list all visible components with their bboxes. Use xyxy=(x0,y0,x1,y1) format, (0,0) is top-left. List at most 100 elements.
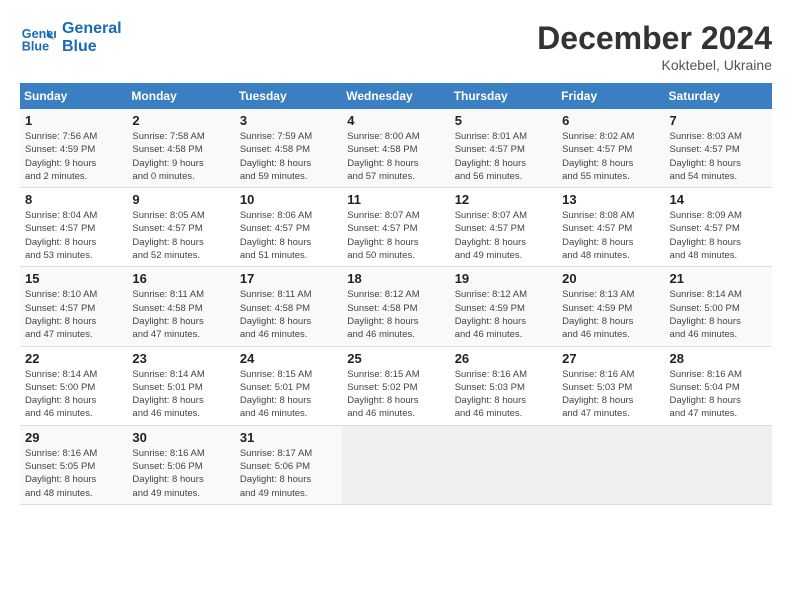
day-number: 16 xyxy=(132,271,229,286)
day-number: 21 xyxy=(670,271,767,286)
day-info: Sunrise: 8:16 AMSunset: 5:06 PMDaylight:… xyxy=(132,447,229,500)
day-info: Sunrise: 8:03 AMSunset: 4:57 PMDaylight:… xyxy=(670,130,767,183)
day-number: 8 xyxy=(25,192,122,207)
day-info: Sunrise: 8:04 AMSunset: 4:57 PMDaylight:… xyxy=(25,209,122,262)
day-number: 9 xyxy=(132,192,229,207)
day-info: Sunrise: 7:56 AMSunset: 4:59 PMDaylight:… xyxy=(25,130,122,183)
day-info: Sunrise: 8:16 AMSunset: 5:03 PMDaylight:… xyxy=(562,368,659,421)
day-number: 20 xyxy=(562,271,659,286)
day-info: Sunrise: 7:58 AMSunset: 4:58 PMDaylight:… xyxy=(132,130,229,183)
weekday-header-wednesday: Wednesday xyxy=(342,83,449,109)
calendar-cell: 16 Sunrise: 8:11 AMSunset: 4:58 PMDaylig… xyxy=(127,267,234,346)
day-number: 27 xyxy=(562,351,659,366)
day-info: Sunrise: 8:16 AMSunset: 5:03 PMDaylight:… xyxy=(455,368,552,421)
title-block: December 2024 Koktebel, Ukraine xyxy=(537,20,772,73)
day-info: Sunrise: 8:06 AMSunset: 4:57 PMDaylight:… xyxy=(240,209,337,262)
day-info: Sunrise: 8:15 AMSunset: 5:02 PMDaylight:… xyxy=(347,368,444,421)
day-info: Sunrise: 8:12 AMSunset: 4:58 PMDaylight:… xyxy=(347,288,444,341)
day-info: Sunrise: 7:59 AMSunset: 4:58 PMDaylight:… xyxy=(240,130,337,183)
day-info: Sunrise: 8:07 AMSunset: 4:57 PMDaylight:… xyxy=(455,209,552,262)
day-number: 17 xyxy=(240,271,337,286)
calendar-cell: 3 Sunrise: 7:59 AMSunset: 4:58 PMDayligh… xyxy=(235,109,342,188)
day-number: 30 xyxy=(132,430,229,445)
day-number: 4 xyxy=(347,113,444,128)
calendar-cell: 30 Sunrise: 8:16 AMSunset: 5:06 PMDaylig… xyxy=(127,425,234,504)
day-info: Sunrise: 8:16 AMSunset: 5:04 PMDaylight:… xyxy=(670,368,767,421)
calendar-cell: 18 Sunrise: 8:12 AMSunset: 4:58 PMDaylig… xyxy=(342,267,449,346)
day-number: 3 xyxy=(240,113,337,128)
day-number: 7 xyxy=(670,113,767,128)
weekday-header-friday: Friday xyxy=(557,83,664,109)
day-number: 14 xyxy=(670,192,767,207)
day-number: 19 xyxy=(455,271,552,286)
day-info: Sunrise: 8:14 AMSunset: 5:01 PMDaylight:… xyxy=(132,368,229,421)
day-number: 22 xyxy=(25,351,122,366)
calendar-cell xyxy=(450,425,557,504)
calendar-cell: 2 Sunrise: 7:58 AMSunset: 4:58 PMDayligh… xyxy=(127,109,234,188)
calendar-cell: 28 Sunrise: 8:16 AMSunset: 5:04 PMDaylig… xyxy=(665,346,772,425)
day-number: 6 xyxy=(562,113,659,128)
calendar-cell: 17 Sunrise: 8:11 AMSunset: 4:58 PMDaylig… xyxy=(235,267,342,346)
day-info: Sunrise: 8:05 AMSunset: 4:57 PMDaylight:… xyxy=(132,209,229,262)
calendar-cell: 10 Sunrise: 8:06 AMSunset: 4:57 PMDaylig… xyxy=(235,188,342,267)
day-number: 31 xyxy=(240,430,337,445)
day-info: Sunrise: 8:15 AMSunset: 5:01 PMDaylight:… xyxy=(240,368,337,421)
day-number: 25 xyxy=(347,351,444,366)
calendar-cell: 26 Sunrise: 8:16 AMSunset: 5:03 PMDaylig… xyxy=(450,346,557,425)
day-number: 18 xyxy=(347,271,444,286)
weekday-header-saturday: Saturday xyxy=(665,83,772,109)
day-info: Sunrise: 8:10 AMSunset: 4:57 PMDaylight:… xyxy=(25,288,122,341)
calendar-cell xyxy=(342,425,449,504)
calendar-cell: 29 Sunrise: 8:16 AMSunset: 5:05 PMDaylig… xyxy=(20,425,127,504)
calendar-cell: 13 Sunrise: 8:08 AMSunset: 4:57 PMDaylig… xyxy=(557,188,664,267)
svg-text:Blue: Blue xyxy=(22,40,49,54)
day-number: 23 xyxy=(132,351,229,366)
calendar-cell: 1 Sunrise: 7:56 AMSunset: 4:59 PMDayligh… xyxy=(20,109,127,188)
calendar-table: SundayMondayTuesdayWednesdayThursdayFrid… xyxy=(20,83,772,505)
calendar-cell: 19 Sunrise: 8:12 AMSunset: 4:59 PMDaylig… xyxy=(450,267,557,346)
logo-line2: Blue xyxy=(62,38,122,56)
weekday-header-monday: Monday xyxy=(127,83,234,109)
weekday-header-tuesday: Tuesday xyxy=(235,83,342,109)
day-info: Sunrise: 8:09 AMSunset: 4:57 PMDaylight:… xyxy=(670,209,767,262)
day-info: Sunrise: 8:14 AMSunset: 5:00 PMDaylight:… xyxy=(670,288,767,341)
day-info: Sunrise: 8:11 AMSunset: 4:58 PMDaylight:… xyxy=(240,288,337,341)
day-number: 29 xyxy=(25,430,122,445)
calendar-cell: 4 Sunrise: 8:00 AMSunset: 4:58 PMDayligh… xyxy=(342,109,449,188)
day-number: 26 xyxy=(455,351,552,366)
day-number: 13 xyxy=(562,192,659,207)
calendar-cell: 25 Sunrise: 8:15 AMSunset: 5:02 PMDaylig… xyxy=(342,346,449,425)
day-info: Sunrise: 8:12 AMSunset: 4:59 PMDaylight:… xyxy=(455,288,552,341)
calendar-cell: 6 Sunrise: 8:02 AMSunset: 4:57 PMDayligh… xyxy=(557,109,664,188)
calendar-cell: 11 Sunrise: 8:07 AMSunset: 4:57 PMDaylig… xyxy=(342,188,449,267)
day-number: 11 xyxy=(347,192,444,207)
day-info: Sunrise: 8:14 AMSunset: 5:00 PMDaylight:… xyxy=(25,368,122,421)
calendar-cell xyxy=(665,425,772,504)
day-info: Sunrise: 8:11 AMSunset: 4:58 PMDaylight:… xyxy=(132,288,229,341)
logo: General Blue General Blue xyxy=(20,20,122,56)
calendar-cell: 31 Sunrise: 8:17 AMSunset: 5:06 PMDaylig… xyxy=(235,425,342,504)
calendar-cell: 5 Sunrise: 8:01 AMSunset: 4:57 PMDayligh… xyxy=(450,109,557,188)
calendar-cell: 27 Sunrise: 8:16 AMSunset: 5:03 PMDaylig… xyxy=(557,346,664,425)
calendar-cell: 15 Sunrise: 8:10 AMSunset: 4:57 PMDaylig… xyxy=(20,267,127,346)
calendar-cell: 12 Sunrise: 8:07 AMSunset: 4:57 PMDaylig… xyxy=(450,188,557,267)
calendar-cell: 23 Sunrise: 8:14 AMSunset: 5:01 PMDaylig… xyxy=(127,346,234,425)
day-info: Sunrise: 8:13 AMSunset: 4:59 PMDaylight:… xyxy=(562,288,659,341)
month-title: December 2024 xyxy=(537,20,772,57)
calendar-cell: 21 Sunrise: 8:14 AMSunset: 5:00 PMDaylig… xyxy=(665,267,772,346)
day-info: Sunrise: 8:00 AMSunset: 4:58 PMDaylight:… xyxy=(347,130,444,183)
day-number: 24 xyxy=(240,351,337,366)
logo-icon: General Blue xyxy=(20,20,56,56)
day-info: Sunrise: 8:17 AMSunset: 5:06 PMDaylight:… xyxy=(240,447,337,500)
calendar-cell xyxy=(557,425,664,504)
location: Koktebel, Ukraine xyxy=(537,57,772,73)
calendar-cell: 7 Sunrise: 8:03 AMSunset: 4:57 PMDayligh… xyxy=(665,109,772,188)
weekday-header-sunday: Sunday xyxy=(20,83,127,109)
page-header: General Blue General Blue December 2024 … xyxy=(20,20,772,73)
day-number: 28 xyxy=(670,351,767,366)
calendar-cell: 24 Sunrise: 8:15 AMSunset: 5:01 PMDaylig… xyxy=(235,346,342,425)
day-info: Sunrise: 8:01 AMSunset: 4:57 PMDaylight:… xyxy=(455,130,552,183)
day-number: 1 xyxy=(25,113,122,128)
day-info: Sunrise: 8:08 AMSunset: 4:57 PMDaylight:… xyxy=(562,209,659,262)
calendar-cell: 20 Sunrise: 8:13 AMSunset: 4:59 PMDaylig… xyxy=(557,267,664,346)
